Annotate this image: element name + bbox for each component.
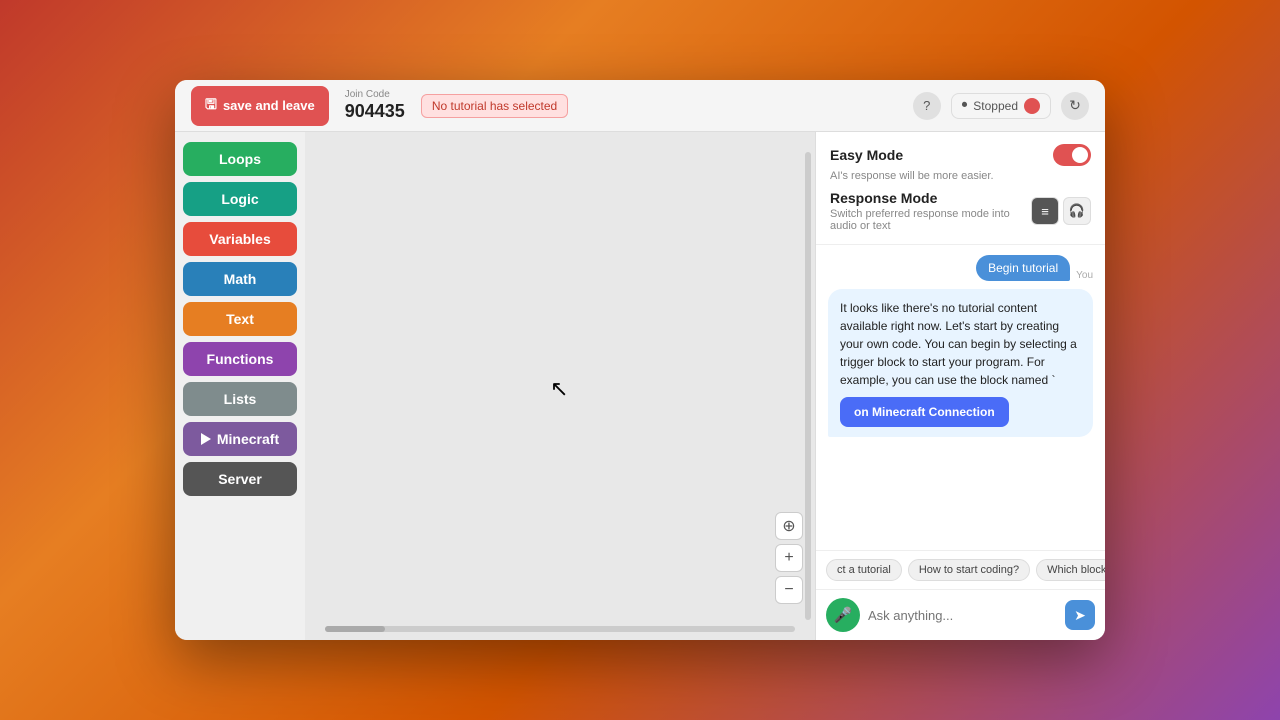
- main-content: Loops Logic Variables Math Text Function…: [175, 132, 1105, 640]
- join-code-label: Join Code: [345, 89, 405, 101]
- chat-panel: Easy Mode AI's response will be more eas…: [815, 132, 1105, 640]
- join-code-section: Join Code 904435: [345, 89, 405, 123]
- ai-message-text: It looks like there's no tutorial conten…: [840, 301, 1077, 387]
- help-button[interactable]: ?: [913, 92, 941, 120]
- you-label: You: [1076, 270, 1093, 281]
- send-button[interactable]: ➤: [1065, 600, 1095, 630]
- chat-input-row: 🎤 ➤: [816, 589, 1105, 640]
- compass-button[interactable]: ⊕: [775, 512, 803, 540]
- sidebar-item-lists[interactable]: Lists: [183, 382, 297, 416]
- code-canvas[interactable]: ⊕ + − ↖: [305, 132, 815, 640]
- suggestion-start-coding[interactable]: How to start coding?: [908, 559, 1030, 581]
- play-triangle-icon: [201, 433, 211, 445]
- canvas-controls: ⊕ + −: [775, 512, 803, 604]
- refresh-icon: ↻: [1069, 97, 1081, 114]
- sidebar-item-server[interactable]: Server: [183, 462, 297, 496]
- stopped-button[interactable]: ⏺ Stopped: [951, 93, 1051, 119]
- cursor: ↖: [550, 376, 568, 402]
- sidebar-item-logic[interactable]: Logic: [183, 182, 297, 216]
- chat-input[interactable]: [868, 608, 1057, 623]
- titlebar-right: ? ⏺ Stopped ↻: [913, 92, 1089, 120]
- sidebar-item-loops[interactable]: Loops: [183, 142, 297, 176]
- ai-message: It looks like there's no tutorial conten…: [828, 289, 1093, 437]
- tutorial-badge: No tutorial has selected: [421, 94, 568, 118]
- response-mode-sub: Switch preferred response mode into audi…: [830, 208, 1031, 232]
- minecraft-connection-button[interactable]: on Minecraft Connection: [840, 397, 1009, 427]
- easy-mode-row: Easy Mode: [830, 144, 1091, 166]
- zoom-in-button[interactable]: +: [775, 544, 803, 572]
- easy-mode-toggle[interactable]: [1053, 144, 1091, 166]
- titlebar: 🖫 save and leave Join Code 904435 No tut…: [175, 80, 1105, 132]
- response-mode-text: Response Mode Switch preferred response …: [830, 190, 1031, 232]
- chat-messages: Begin tutorial You It looks like there's…: [816, 245, 1105, 550]
- audio-mode-button[interactable]: 🎧: [1063, 197, 1091, 225]
- chat-suggestions: ct a tutorial How to start coding? Which…: [816, 550, 1105, 589]
- stopped-dot: [1024, 98, 1040, 114]
- begin-tutorial-row: Begin tutorial You: [828, 255, 1093, 281]
- save-icon: 🖫: [205, 94, 217, 118]
- sidebar-item-text[interactable]: Text: [183, 302, 297, 336]
- help-icon: ?: [923, 98, 930, 113]
- suggestion-tutorial[interactable]: ct a tutorial: [826, 559, 902, 581]
- easy-mode-sub: AI's response will be more easier.: [830, 170, 1091, 182]
- response-mode-row: Response Mode Switch preferred response …: [830, 190, 1091, 232]
- suggestion-which-block[interactable]: Which block to us...: [1036, 559, 1105, 581]
- begin-tutorial-message: Begin tutorial: [976, 255, 1070, 281]
- text-mode-button[interactable]: ≡: [1031, 197, 1059, 225]
- sidebar-item-math[interactable]: Math: [183, 262, 297, 296]
- join-code-value: 904435: [345, 101, 405, 123]
- easy-mode-title: Easy Mode: [830, 147, 903, 163]
- canvas-vscrollbar[interactable]: [805, 152, 811, 620]
- chat-settings: Easy Mode AI's response will be more eas…: [816, 132, 1105, 245]
- canvas-scrollbar-thumb: [325, 626, 385, 632]
- app-window: 🖫 save and leave Join Code 904435 No tut…: [175, 80, 1105, 640]
- sidebar-item-minecraft[interactable]: Minecraft: [183, 422, 297, 456]
- response-mode-title: Response Mode: [830, 190, 1031, 206]
- sidebar: Loops Logic Variables Math Text Function…: [175, 132, 305, 640]
- record-icon: ⏺: [962, 99, 968, 112]
- save-leave-button[interactable]: 🖫 save and leave: [191, 86, 329, 126]
- sidebar-item-functions[interactable]: Functions: [183, 342, 297, 376]
- sidebar-item-variables[interactable]: Variables: [183, 222, 297, 256]
- stopped-label: Stopped: [973, 99, 1018, 113]
- save-leave-label: save and leave: [223, 98, 315, 113]
- zoom-out-button[interactable]: −: [775, 576, 803, 604]
- response-toggles: ≡ 🎧: [1031, 197, 1091, 225]
- mic-button[interactable]: 🎤: [826, 598, 860, 632]
- canvas-scrollbar[interactable]: [325, 626, 795, 632]
- refresh-button[interactable]: ↻: [1061, 92, 1089, 120]
- send-icon: ➤: [1074, 607, 1086, 624]
